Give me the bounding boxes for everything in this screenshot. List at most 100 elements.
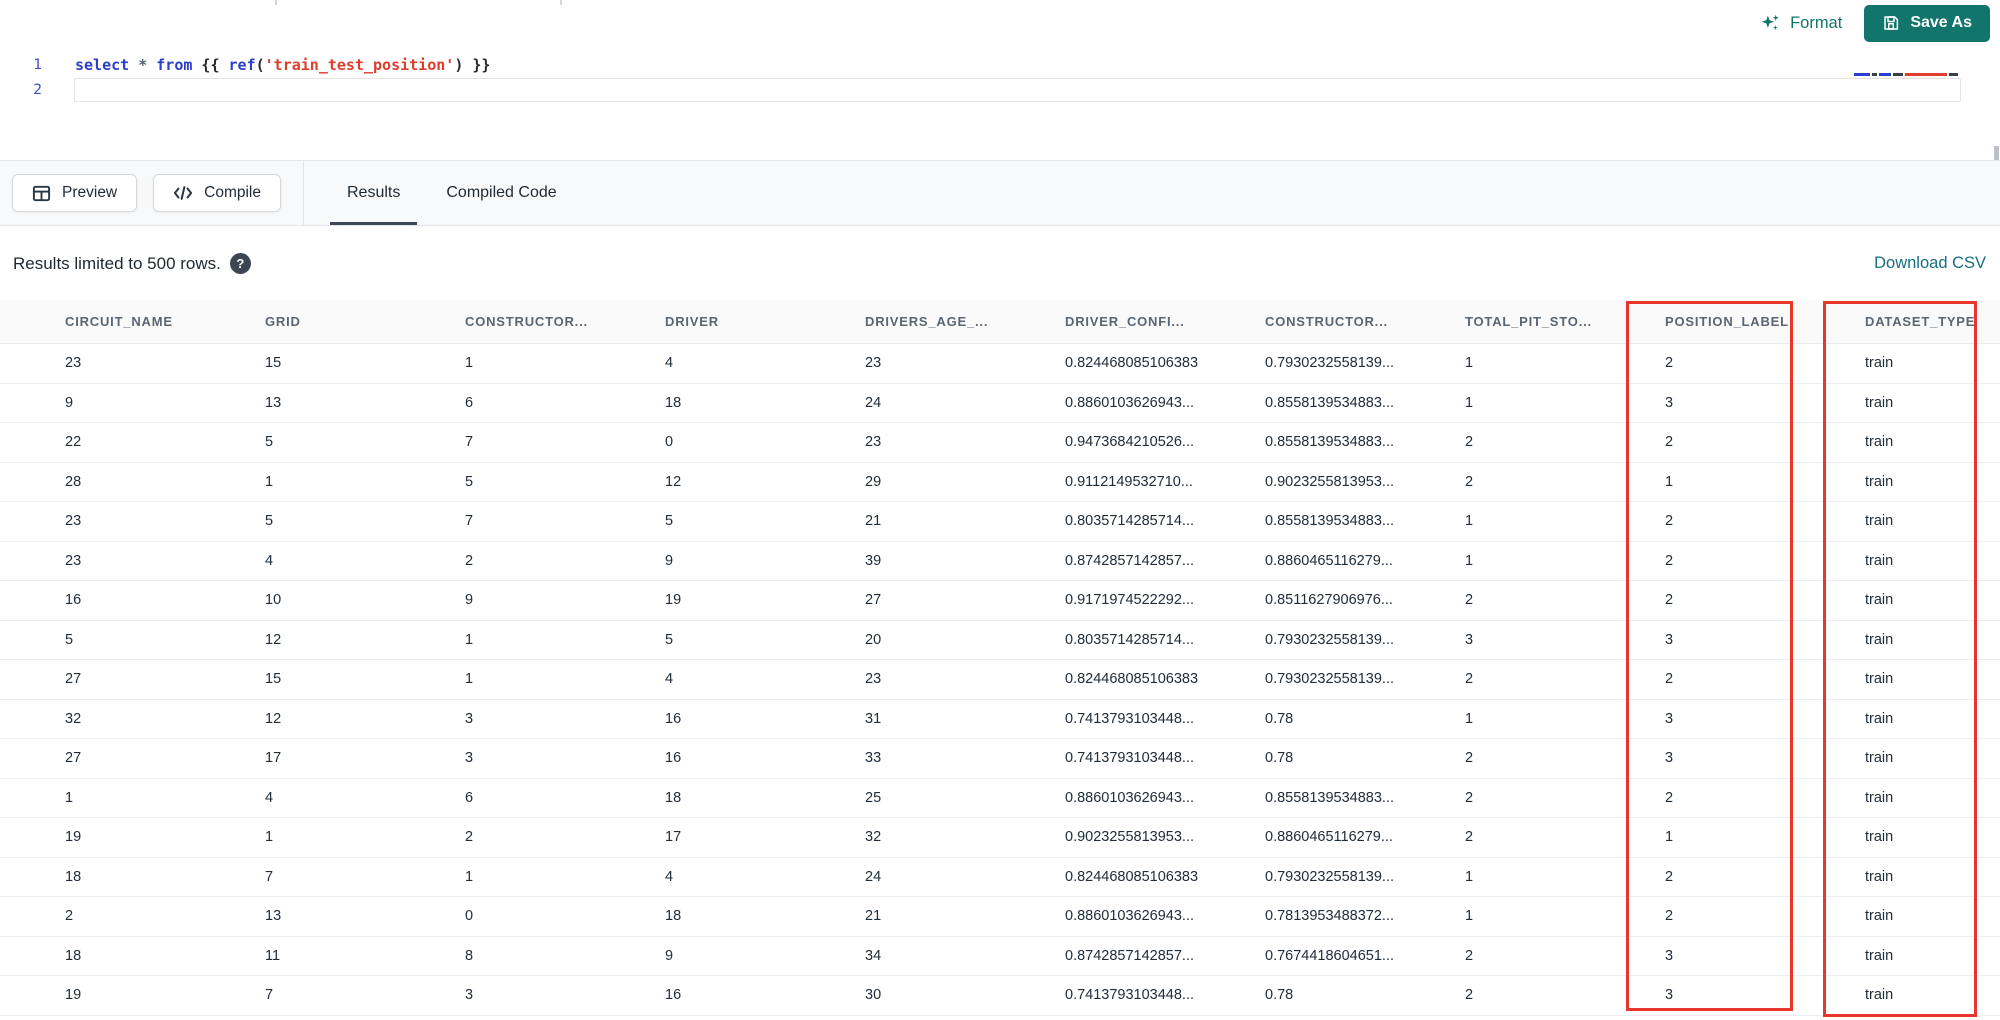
preview-button[interactable]: Preview [12,174,138,212]
editor-line-2[interactable]: 2 [0,77,2000,102]
table-cell: 12 [665,473,682,490]
table-cell: 1 [1465,513,1474,530]
compile-button-label: Compile [204,184,261,201]
table-cell: 0.8558139534883... [1265,789,1395,806]
minimap-segment [1949,73,1958,76]
table-cell: 30 [865,987,882,1004]
table-cell: 3 [1665,631,1674,648]
code-token-keyword: select [75,55,130,74]
table-cell: 6 [465,394,474,411]
minimap-segment [1905,73,1947,76]
table-row: 1 4 6 18 25 0.8860103626943... 0.8558139534883… [0,778,2000,818]
editor-line-1[interactable]: 1 select * from {{ ref('train_test_posit… [0,52,2000,77]
table-cell: 0.8860103626943... [1065,908,1195,925]
table-row: 27 17 3 16 33 0.7413793103448... 0.78 2 3 train [0,739,2000,779]
table-cell: 19 [65,987,82,1004]
download-csv-link[interactable]: Download CSV [1874,254,1986,273]
save-as-button-label: Save As [1910,14,1972,31]
table-cell: 1 [1465,908,1474,925]
table-cell: 33 [865,750,882,767]
table-cell: 3 [1665,750,1674,767]
compile-button[interactable]: Compile [153,174,281,212]
table-cell: 39 [865,552,882,569]
sql-editor[interactable]: 1 select * from {{ ref('train_test_posit… [0,46,2000,166]
table-cell: 9 [665,947,674,964]
sparkles-icon [1760,13,1781,34]
table-cell: 0.8035714285714... [1065,631,1195,648]
table-cell: train [1865,987,1894,1004]
table-cell: 5 [65,631,74,648]
table-cell: 1 [1465,710,1474,727]
table-cell: 0.8860103626943... [1065,394,1195,411]
table-cell: 23 [65,355,82,372]
table-cell: 7 [265,987,274,1004]
table-cell: 3 [465,987,474,1004]
code-token-operator: * [138,55,148,74]
column-header-grid: GRID [265,314,301,329]
table-cell: 0.7930232558139... [1265,671,1395,688]
tab-results[interactable]: Results [330,161,418,225]
table-cell: 0.8860465116279... [1265,829,1393,846]
table-cell: 6 [465,789,474,806]
save-icon [1882,14,1900,32]
table-cell: 3 [1465,631,1474,648]
cursor-line-highlight [74,77,1961,102]
minimap-segment [1854,73,1870,76]
table-cell: 9 [665,552,674,569]
tab-compiled-code[interactable]: Compiled Code [429,161,573,225]
table-cell: 21 [865,513,882,530]
table-cell: 12 [265,631,282,648]
results-table: CIRCUIT_NAME GRID CONSTRUCTOR... DRIVER DRIV… [0,300,2000,1016]
column-header-circuit_name: CIRCUIT_NAME [65,314,173,329]
table-cell: 23 [865,671,882,688]
table-cell: 18 [665,908,682,925]
table-row: 23 5 7 5 21 0.8035714285714... 0.8558139534883… [0,502,2000,542]
help-icon[interactable]: ? [229,253,251,274]
table-cell: train [1865,868,1894,885]
table-cell: 28 [65,473,82,490]
table-cell: 1 [1665,829,1674,846]
table-cell: train [1865,750,1894,767]
table-cell: 0.9023255813953... [1265,473,1395,490]
table-row: 23 4 2 9 39 0.8742857142857... 0.8860465116279… [0,541,2000,581]
table-row: 32 12 3 16 31 0.7413793103448... 0.78 1 3 train [0,699,2000,739]
table-cell: 9 [65,394,74,411]
table-cell: 1 [1465,394,1474,411]
code-token-plain: }} [463,55,491,74]
editor-minimap[interactable] [1854,73,1958,76]
line-number-1: 1 [33,56,42,73]
table-cell: train [1865,710,1894,727]
table-row: 5 12 1 5 20 0.8035714285714... 0.7930232558139… [0,620,2000,660]
table-cell: 2 [1465,750,1474,767]
column-header-total_pit_sto: TOTAL_PIT_STO... [1465,314,1592,329]
table-cell: 15 [265,355,282,372]
table-row: 9 13 6 18 24 0.8860103626943... 0.855813953488… [0,383,2000,423]
table-cell: 19 [65,829,82,846]
format-button[interactable]: Format [1744,5,1858,42]
table-cell: 3 [1665,710,1674,727]
table-cell: 3 [1665,947,1674,964]
table-cell: 18 [65,947,82,964]
minimap-segment [1872,73,1877,76]
table-cell: train [1865,671,1894,688]
table-cell: 2 [1665,789,1674,806]
table-cell: 3 [465,710,474,727]
results-limit: Results limited to 500 rows. ? [13,253,251,274]
table-cell: 2 [1665,355,1674,372]
table-cell: 2 [1465,434,1474,451]
table-cell: 4 [265,789,274,806]
table-cell: 2 [465,552,474,569]
table-cell: 20 [865,631,882,648]
table-cell: 2 [1665,434,1674,451]
table-cell: 23 [65,513,82,530]
table-cell: 5 [265,434,274,451]
column-header-constructor: CONSTRUCTOR... [465,314,588,329]
table-cell: 19 [665,592,682,609]
column-header-drivers_age_: DRIVERS_AGE_... [865,314,989,329]
table-cell: 3 [1665,987,1674,1004]
table-cell: 0.8742857142857... [1065,552,1195,569]
save-as-button[interactable]: Save As [1864,4,1990,42]
table-cell: 34 [865,947,882,964]
table-row: 28 1 5 12 29 0.9112149532710... 0.902325581395… [0,462,2000,502]
table-cell: 8 [465,947,474,964]
